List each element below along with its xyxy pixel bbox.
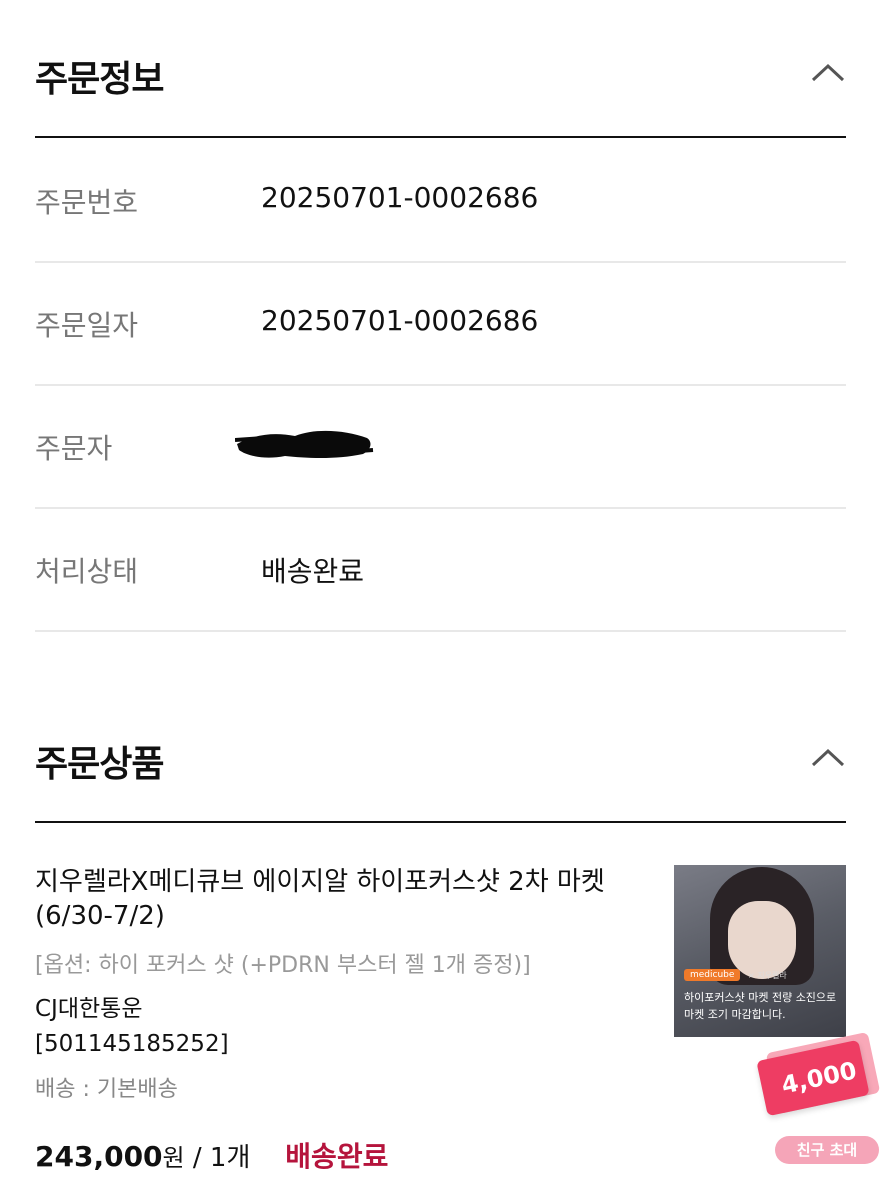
thumbnail-collab-label: × 지우렐라 (748, 971, 787, 980)
order-number-value: 20250701-0002686 (261, 181, 539, 214)
courier-name: CJ대한통운 (35, 996, 143, 1022)
product-name[interactable]: 지우렐라X메디큐브 에이지알 하이포커스샷 2차 마켓 (6/30-7/2) (35, 865, 635, 933)
orderer-label: 주문자 (35, 432, 113, 465)
product-thumbnail[interactable]: medicube × 지우렐라 하이포커스샷 마켓 전량 소진으로 마켓 조기 … (674, 865, 846, 1037)
order-info-header: 주문정보 (35, 50, 846, 110)
chevron-up-icon[interactable] (810, 745, 846, 769)
product-price: 243,000 (35, 1140, 163, 1173)
product-quantity: 1개 (209, 1143, 251, 1173)
thumbnail-face (728, 901, 796, 979)
currency-unit: 원 (162, 1144, 185, 1172)
chevron-up-icon[interactable] (810, 60, 846, 84)
status-label: 처리상태 (35, 555, 139, 588)
product-status: 배송완료 (285, 1140, 389, 1173)
order-number-label: 주문번호 (35, 186, 139, 219)
order-products-title: 주문상품 (35, 744, 164, 785)
order-date-label: 주문일자 (35, 309, 139, 342)
price-row: 243,000원 / 1개 배송완료 (35, 1135, 388, 1175)
price-separator: / (184, 1143, 210, 1173)
product-option: [옵션: 하이 포커스 샷 (+PDRN 부스터 젤 1개 증정)] (35, 953, 531, 978)
status-row: 처리상태 배송완료 (35, 507, 846, 632)
order-date-row: 주문일자 20250701-0002686 (35, 261, 846, 386)
thumbnail-caption: 하이포커스샷 마켓 전량 소진으로 마켓 조기 마감합니다. (684, 991, 837, 1021)
order-date-value: 20250701-0002686 (261, 304, 539, 337)
order-products-header: 주문상품 (35, 735, 846, 795)
coupon-badge[interactable]: 4,000 (756, 1031, 881, 1117)
thumbnail-brand-logo: medicube (684, 969, 741, 981)
tracking-number[interactable]: [501145185252] (35, 1031, 229, 1057)
divider (35, 821, 846, 823)
redacted-orderer-name (235, 430, 374, 458)
order-info-title: 주문정보 (35, 59, 164, 100)
status-value: 배송완료 (261, 555, 365, 588)
orderer-row: 주문자 (35, 384, 846, 509)
invite-friend-button[interactable]: 친구 초대 (775, 1136, 879, 1164)
shipping-method: 배송 : 기본배송 (35, 1077, 178, 1102)
order-number-row: 주문번호 20250701-0002686 (35, 138, 846, 263)
